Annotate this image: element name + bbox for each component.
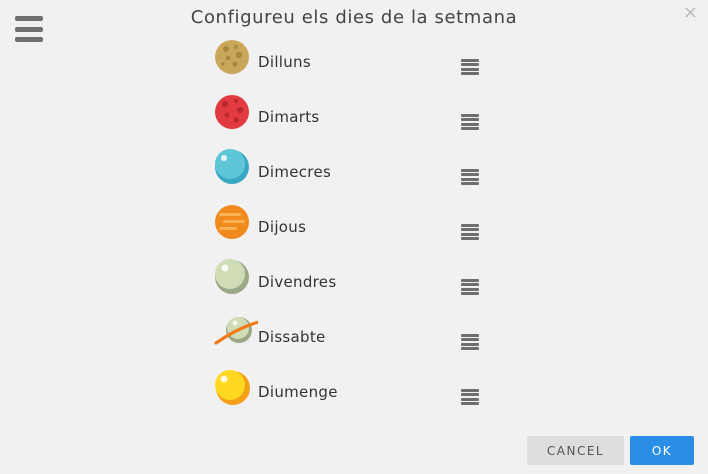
drag-handle-icon[interactable]: [461, 389, 479, 405]
day-label: Dissabte: [258, 328, 326, 346]
drag-handle-icon[interactable]: [461, 224, 479, 240]
day-row-dijous[interactable]: Dijous: [210, 200, 500, 255]
moon-icon: [215, 40, 249, 74]
cancel-button[interactable]: CANCEL: [527, 436, 624, 465]
day-row-dimecres[interactable]: Dimecres: [210, 145, 500, 200]
ok-button[interactable]: OK: [630, 436, 694, 465]
day-label: Diumenge: [258, 383, 338, 401]
day-row-diumenge[interactable]: Diumenge: [210, 365, 500, 420]
day-config-dialog: Configureu els dies de la setmana × Dill…: [0, 0, 708, 474]
day-label: Divendres: [258, 273, 337, 291]
sun-icon: [215, 370, 250, 405]
drag-handle-icon[interactable]: [461, 169, 479, 185]
mars-icon: [215, 95, 249, 129]
weekday-list: Dilluns Dimarts Dimecres Dijous Divendre…: [210, 35, 500, 420]
saturn-icon: [214, 317, 258, 345]
day-label: Dijous: [258, 218, 307, 236]
close-icon[interactable]: ×: [683, 2, 698, 23]
venus-icon: [215, 259, 249, 294]
day-label: Dilluns: [258, 53, 311, 71]
dialog-title: Configureu els dies de la setmana: [190, 7, 518, 28]
day-label: Dimecres: [258, 163, 332, 181]
day-row-divendres[interactable]: Divendres: [210, 255, 500, 310]
drag-handle-icon[interactable]: [461, 59, 479, 75]
day-row-dissabte[interactable]: Dissabte: [210, 310, 500, 365]
day-label: Dimarts: [258, 108, 320, 126]
drag-handle-icon[interactable]: [461, 334, 479, 350]
day-row-dimarts[interactable]: Dimarts: [210, 90, 500, 145]
day-row-dilluns[interactable]: Dilluns: [210, 35, 500, 90]
jupiter-icon: [215, 205, 249, 239]
drag-handle-icon[interactable]: [461, 279, 479, 295]
drag-handle-icon[interactable]: [461, 114, 479, 130]
mercury-icon: [215, 149, 249, 184]
